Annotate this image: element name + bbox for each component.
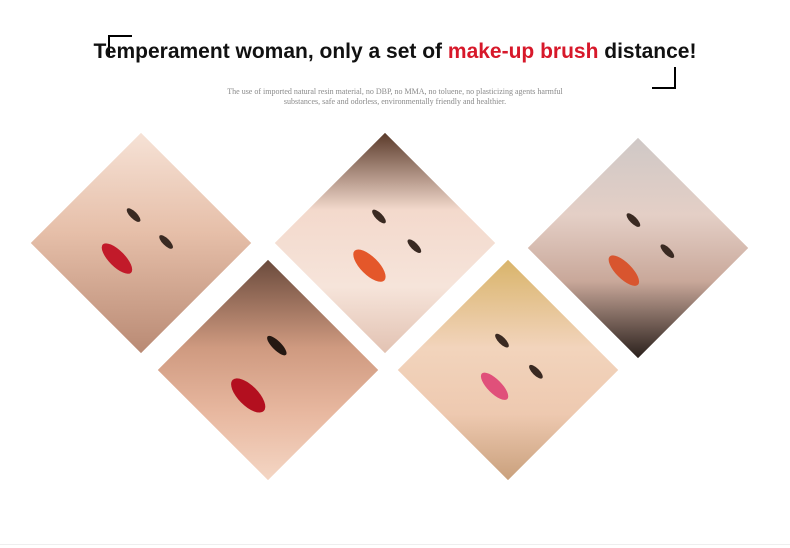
bottom-divider: [0, 544, 790, 545]
photo-collage: [0, 0, 790, 548]
